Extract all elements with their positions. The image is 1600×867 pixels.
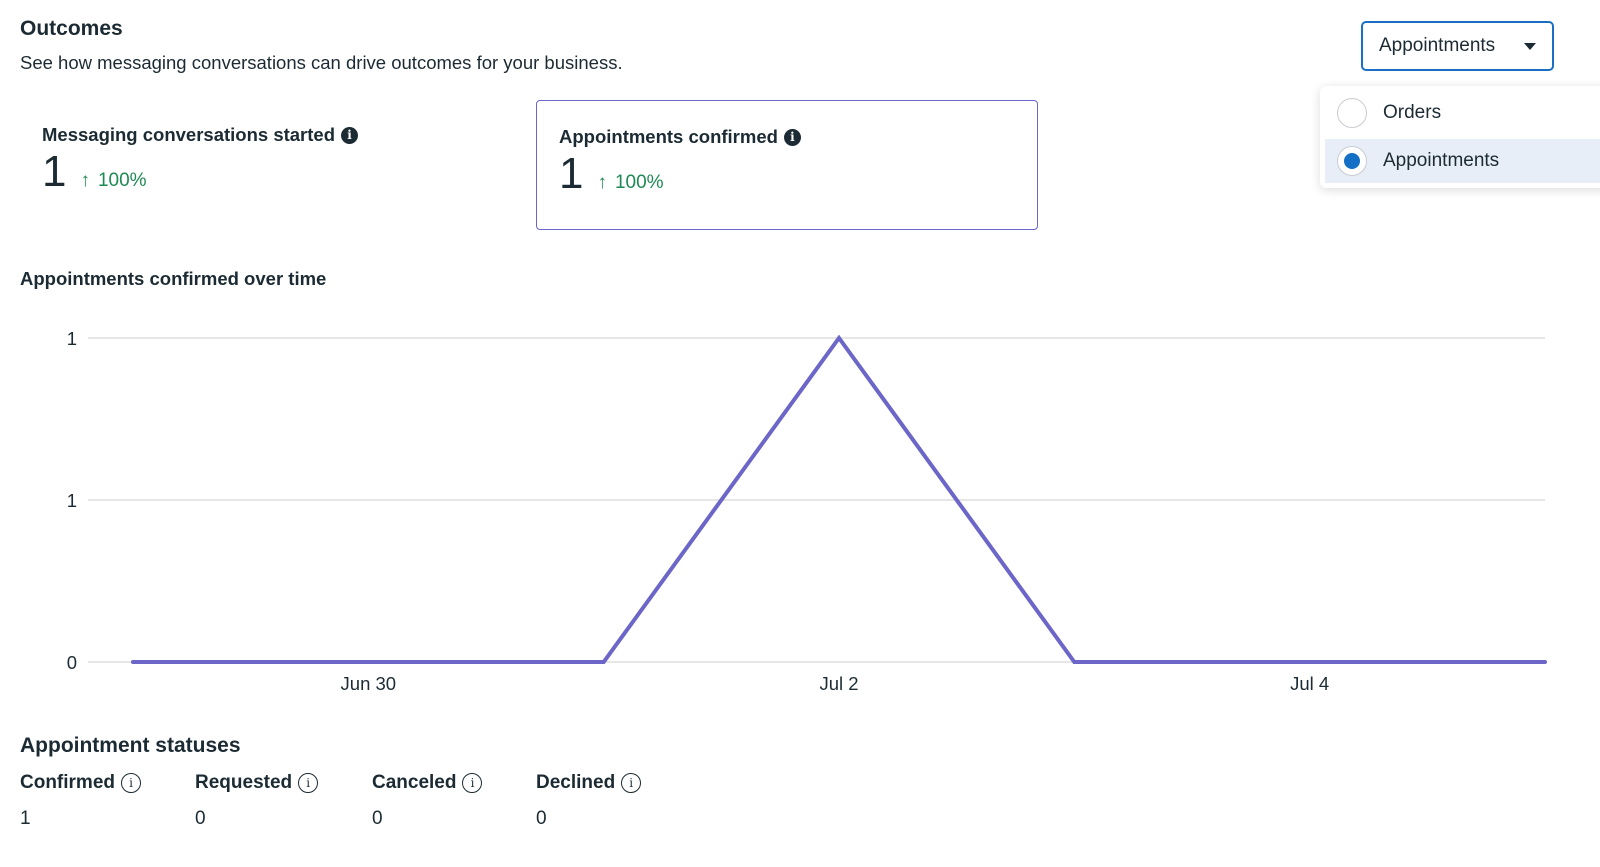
info-icon[interactable]: i [121,773,141,793]
status-value: 0 [536,808,547,829]
status-declined: Declined i 0 [536,772,642,830]
status-label: Declined [536,772,616,793]
metric-card-conversations[interactable]: Messaging conversations started i 1 ↑ 10… [42,124,359,194]
caret-down-icon [1524,42,1536,50]
status-confirmed: Confirmed i 1 [20,772,141,830]
y-tick-label: 1 [67,490,77,511]
chart-title: Appointments confirmed over time [20,268,327,289]
menu-option-label: Appointments [1383,150,1500,171]
metric-card-appointments[interactable]: Appointments confirmed i 1 ↑ 100% [536,100,1038,230]
status-requested: Requested i 0 [195,772,319,830]
status-label-wrap: Requested i [195,772,319,794]
menu-option-appointments[interactable]: Appointments [1325,139,1600,183]
status-value: 0 [195,808,206,829]
radio-selected-icon[interactable] [1337,146,1367,176]
info-icon[interactable]: i [621,773,642,793]
dropdown-menu: Orders Appointments [1320,86,1600,188]
metric-delta-value: 100% [97,170,147,191]
line-chart: 0 1 1 Jun 30 Jul 2 Jul 4 [67,328,1547,694]
metric-value-row: 1 ↑ 100% [559,152,801,196]
status-label: Canceled [372,772,457,793]
metric-number: 1 [559,149,584,198]
dropdown-selected-label: Appointments [1379,35,1496,56]
page-subtitle: See how messaging conversations can driv… [20,52,623,73]
status-label: Confirmed [20,772,115,793]
metric-delta-value: 100% [614,172,664,193]
arrow-up-icon: ↑ [597,172,607,193]
status-label-wrap: Declined i [536,772,642,794]
status-value: 1 [20,808,31,829]
page-title: Outcomes [20,17,123,40]
metric-delta: ↑ 100% [80,170,146,192]
statuses-title: Appointment statuses [20,734,241,757]
outcome-type-dropdown[interactable]: Appointments [1361,21,1554,71]
arrow-up-icon: ↑ [80,170,90,191]
status-label-wrap: Confirmed i [20,772,141,794]
metric-label: Appointments confirmed [559,126,778,147]
x-tick-label: Jul 4 [1290,673,1329,694]
status-label: Requested [195,772,293,793]
metric-number: 1 [42,147,67,196]
radio-unselected-icon[interactable] [1337,98,1367,128]
info-icon[interactable]: i [783,128,801,146]
metric-label-wrap: Messaging conversations started i [42,124,359,146]
status-label-wrap: Canceled i [372,772,483,794]
metric-delta: ↑ 100% [597,172,663,194]
y-tick-label: 0 [67,652,77,673]
metric-label: Messaging conversations started [42,124,336,145]
x-tick-label: Jun 30 [341,673,397,694]
status-canceled: Canceled i 0 [372,772,483,830]
radio-dot [1344,153,1360,169]
menu-option-label: Orders [1383,102,1442,123]
metric-value-row: 1 ↑ 100% [42,150,358,194]
menu-option-orders[interactable]: Orders [1325,91,1600,135]
info-icon[interactable]: i [341,126,359,144]
status-value: 0 [372,808,383,829]
info-icon[interactable]: i [298,773,319,793]
y-tick-label: 1 [67,328,77,349]
metric-card-content: Appointments confirmed i 1 ↑ 100% [559,126,801,196]
x-tick-label: Jul 2 [819,673,858,694]
metric-label-wrap: Appointments confirmed i [559,126,801,148]
info-icon[interactable]: i [462,773,483,793]
